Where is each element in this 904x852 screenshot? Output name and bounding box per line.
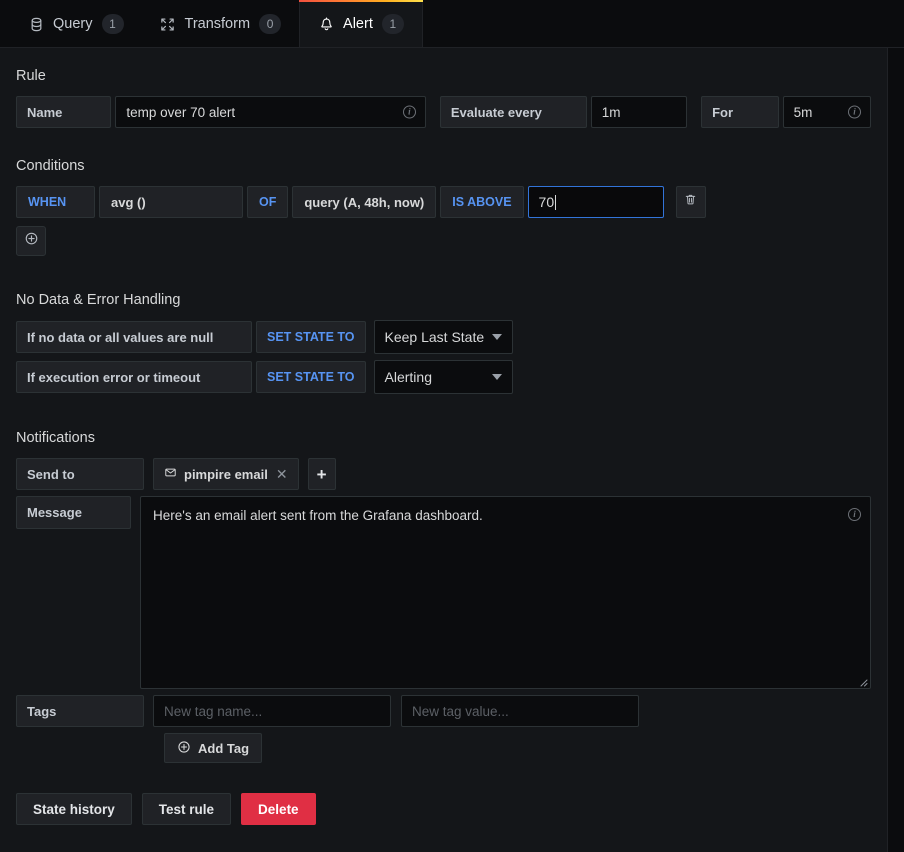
add-notification-channel-button[interactable]: + [307, 458, 336, 490]
no-data-section-title: No Data & Error Handling [16, 292, 181, 308]
alert-footer-actions: State history Test rule Delete [16, 793, 871, 825]
envelope-icon [164, 466, 177, 482]
tab-transform-count: 0 [259, 14, 282, 34]
no-data-set-state-label: SET STATE TO [256, 321, 366, 353]
add-condition-button[interactable] [16, 226, 46, 256]
delete-condition-button[interactable] [675, 186, 706, 218]
message-textarea[interactable] [140, 496, 871, 689]
plus-circle-icon [177, 740, 191, 757]
transform-icon [160, 16, 176, 32]
exec-error-set-state-label: SET STATE TO [256, 361, 366, 393]
tab-alert-label: Alert [343, 16, 373, 32]
plus-circle-icon [24, 231, 39, 251]
tab-query-label: Query [53, 16, 93, 32]
condition-row: WHEN avg () OF query (A, 48h, now) IS AB… [16, 186, 871, 218]
rule-section-title: Rule [16, 68, 46, 84]
notification-channel-label: pimpire email [184, 466, 268, 482]
rule-section: Rule Name temp over 70 alert i Evaluate … [16, 68, 872, 128]
exec-error-state-value: Alerting [384, 369, 432, 385]
add-tag-label: Add Tag [198, 740, 250, 756]
condition-threshold-input[interactable]: 70 [527, 186, 664, 218]
chevron-down-icon [491, 334, 502, 340]
evaluate-every-value: 1m [601, 104, 621, 120]
send-to-label: Send to [16, 458, 144, 490]
tag-name-input[interactable] [153, 695, 391, 727]
condition-threshold-value: 70 [538, 194, 555, 210]
tags-label: Tags [16, 695, 144, 727]
message-field-wrapper: i [140, 496, 871, 689]
notification-channel-chip[interactable]: pimpire email ✕ [153, 458, 299, 490]
no-data-row: If no data or all values are null SET ST… [16, 320, 871, 354]
tab-query-count: 1 [101, 14, 124, 34]
tab-alert-count: 1 [381, 14, 404, 34]
for-label: For [701, 96, 779, 128]
message-row: Message i [16, 496, 871, 689]
evaluate-every-label: Evaluate every [439, 96, 587, 128]
test-rule-button[interactable]: Test rule [141, 793, 232, 825]
delete-alert-button[interactable]: Delete [241, 793, 316, 825]
no-data-state-value: Keep Last State [384, 329, 485, 345]
panel-editor-tabs: Query 1 Transform 0 Alert 1 [0, 0, 904, 49]
for-input[interactable]: 5m i [782, 96, 872, 128]
chevron-down-icon [491, 374, 502, 380]
condition-evaluator[interactable]: IS ABOVE [440, 186, 524, 218]
info-icon[interactable]: i [848, 508, 861, 521]
rule-name-label: Name [16, 96, 112, 128]
conditions-section-title: Conditions [16, 158, 85, 174]
send-to-row: Send to pimpire email ✕ + [16, 458, 871, 490]
info-icon[interactable]: i [402, 105, 416, 119]
exec-error-row: If execution error or timeout SET STATE … [16, 360, 871, 394]
add-tag-button[interactable]: Add Tag [164, 733, 263, 763]
rule-row: Name temp over 70 alert i Evaluate every… [16, 96, 872, 128]
tag-value-input[interactable] [401, 695, 639, 727]
text-caret [555, 194, 557, 210]
no-data-label: If no data or all values are null [16, 321, 252, 353]
no-data-state-select[interactable]: Keep Last State [373, 320, 513, 354]
database-icon [28, 16, 44, 32]
for-value: 5m [793, 104, 813, 120]
tab-query[interactable]: Query 1 [0, 0, 142, 48]
condition-when[interactable]: WHEN [16, 186, 95, 218]
bell-icon [318, 16, 334, 32]
tab-transform-label: Transform [184, 16, 251, 32]
close-icon[interactable]: ✕ [276, 466, 288, 483]
message-label: Message [16, 496, 131, 529]
condition-reducer[interactable]: avg () [99, 186, 243, 218]
rule-name-value: temp over 70 alert [126, 104, 236, 120]
condition-of[interactable]: OF [247, 186, 289, 218]
state-history-button[interactable]: State history [16, 793, 132, 825]
info-icon[interactable]: i [848, 105, 862, 119]
trash-icon [684, 193, 697, 211]
no-data-handling-section: No Data & Error Handling If no data or a… [16, 292, 871, 394]
alert-editor: Rule Name temp over 70 alert i Evaluate … [0, 48, 888, 852]
conditions-section: Conditions WHEN avg () OF query (A, 48h,… [16, 158, 871, 256]
notifications-section: Notifications Send to pimpire email ✕ + … [16, 430, 871, 763]
condition-query[interactable]: query (A, 48h, now) [292, 186, 437, 218]
tags-row: Tags [16, 695, 871, 727]
evaluate-every-input[interactable]: 1m [590, 96, 688, 128]
rule-name-input[interactable]: temp over 70 alert i [115, 96, 426, 128]
exec-error-label: If execution error or timeout [16, 361, 252, 393]
notifications-section-title: Notifications [16, 430, 95, 446]
tab-alert[interactable]: Alert 1 [299, 0, 423, 49]
tab-transform[interactable]: Transform 0 [142, 0, 300, 48]
exec-error-state-select[interactable]: Alerting [373, 360, 513, 394]
